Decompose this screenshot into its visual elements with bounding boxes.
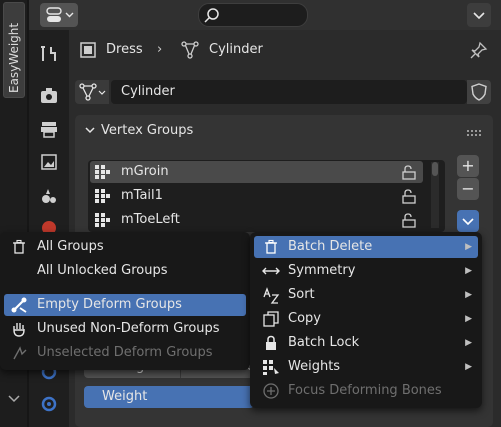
specials-menu-button[interactable] bbox=[457, 210, 479, 232]
vertex-group-row[interactable]: mTail1 bbox=[90, 185, 423, 207]
pin-icon[interactable] bbox=[470, 41, 488, 63]
menu-item-label: Sort bbox=[288, 287, 315, 302]
search-input[interactable] bbox=[198, 3, 308, 27]
vertex-group-icon bbox=[95, 189, 110, 203]
menu-item-label: Unused Non-Deform Groups bbox=[37, 321, 220, 336]
vertex-group-row[interactable]: mGroin bbox=[90, 161, 423, 183]
menu-item-all-groups[interactable]: All Groups bbox=[4, 236, 246, 258]
search-icon bbox=[204, 8, 219, 23]
add-circle-icon bbox=[260, 380, 282, 402]
submenu-arrow-icon: ▶ bbox=[465, 362, 472, 372]
chevron-down-icon bbox=[462, 218, 474, 226]
menu-item-symmetry[interactable]: Symmetry ▶ bbox=[254, 260, 478, 282]
tab-scene[interactable] bbox=[33, 182, 65, 210]
unlock-icon[interactable] bbox=[400, 212, 418, 228]
trash-icon bbox=[8, 236, 30, 258]
menu-item-batch-delete[interactable]: Batch Delete ▶ bbox=[254, 236, 478, 258]
batch-delete-submenu: All Groups All Unlocked Groups Empty Def… bbox=[0, 232, 250, 370]
unlock-icon[interactable] bbox=[400, 188, 418, 204]
copy-icon bbox=[260, 308, 282, 330]
menu-item-focus-deforming-bones[interactable]: Focus Deforming Bones bbox=[254, 380, 478, 402]
constraint-icon bbox=[41, 396, 57, 412]
submenu-arrow-icon: ▶ bbox=[465, 242, 472, 252]
weights-icon bbox=[260, 356, 282, 378]
sidebar-tab-easyweight[interactable]: EasyWeight bbox=[3, 2, 25, 98]
sort-az-icon bbox=[260, 284, 282, 306]
arrows-horizontal-icon bbox=[260, 260, 282, 282]
menu-item-copy[interactable]: Copy ▶ bbox=[254, 308, 478, 330]
weight-slider[interactable]: Weight bbox=[84, 386, 254, 408]
menu-item-label: Focus Deforming Bones bbox=[288, 383, 442, 398]
editor-type-button[interactable] bbox=[40, 3, 78, 27]
mesh-data-icon bbox=[180, 41, 200, 63]
vertex-group-name: mGroin bbox=[121, 164, 169, 179]
cursor-icon bbox=[8, 342, 30, 364]
lock-icon bbox=[260, 332, 282, 354]
vertex-group-name: mToeLeft bbox=[121, 212, 180, 227]
menu-item-unselected-deform-groups[interactable]: Unselected Deform Groups bbox=[4, 342, 246, 364]
trash-icon bbox=[260, 236, 282, 258]
printer-icon bbox=[41, 122, 57, 138]
drag-handle-icon[interactable] bbox=[467, 127, 483, 142]
tab-output[interactable] bbox=[33, 115, 65, 143]
hand-icon bbox=[8, 318, 30, 340]
properties-editor-icon bbox=[46, 7, 74, 22]
submenu-arrow-icon: ▶ bbox=[465, 290, 472, 300]
bone-wrench-icon bbox=[8, 294, 30, 316]
submenu-arrow-icon: ▶ bbox=[465, 266, 472, 276]
submenu-arrow-icon: ▶ bbox=[465, 314, 472, 324]
add-vertex-group-button[interactable]: + bbox=[457, 155, 479, 177]
menu-item-label: Batch Delete bbox=[288, 239, 373, 254]
vertex-group-specials-menu: Batch Delete ▶ Symmetry ▶ Sort ▶ Copy ▶ … bbox=[250, 232, 482, 408]
chevron-down-icon bbox=[473, 12, 485, 20]
vertex-group-icon bbox=[95, 165, 110, 179]
remove-vertex-group-button[interactable]: − bbox=[457, 178, 479, 200]
menu-item-label: Unselected Deform Groups bbox=[37, 345, 213, 360]
scene-icon bbox=[42, 189, 56, 203]
breadcrumb-separator-icon: › bbox=[157, 42, 163, 57]
mesh-object-icon bbox=[79, 41, 97, 63]
sidebar-tab-label: EasyWeight bbox=[7, 22, 21, 93]
camera-back-icon bbox=[41, 88, 57, 103]
submenu-arrow-icon: ▶ bbox=[465, 338, 472, 348]
panel-collapse-chevron-icon[interactable] bbox=[84, 124, 96, 140]
tool-icon bbox=[41, 46, 56, 61]
menu-item-unused-non-deform-groups[interactable]: Unused Non-Deform Groups bbox=[4, 318, 246, 340]
unlock-icon[interactable] bbox=[400, 164, 418, 180]
menu-item-label: All Groups bbox=[37, 239, 104, 254]
breadcrumb-object: Dress bbox=[106, 42, 143, 57]
vertex-group-row[interactable]: mToeLeft bbox=[90, 209, 423, 231]
menu-item-label: Copy bbox=[288, 311, 321, 326]
menu-item-label: Weights bbox=[288, 359, 341, 374]
menu-item-sort[interactable]: Sort ▶ bbox=[254, 284, 478, 306]
vertex-group-icon bbox=[95, 213, 110, 227]
vertex-group-name: mTail1 bbox=[121, 188, 163, 203]
mesh-data-icon bbox=[79, 83, 106, 101]
image-icon bbox=[41, 154, 57, 170]
options-dropdown-button[interactable] bbox=[467, 3, 491, 27]
menu-item-label: Symmetry bbox=[288, 263, 356, 278]
mesh-browse-button[interactable] bbox=[75, 80, 109, 104]
mesh-name-field[interactable]: Cylinder bbox=[111, 80, 467, 104]
menu-item-weights[interactable]: Weights ▶ bbox=[254, 356, 478, 378]
menu-item-empty-deform-groups[interactable]: Empty Deform Groups bbox=[4, 294, 246, 316]
fake-user-button[interactable] bbox=[467, 80, 491, 104]
menu-item-all-unlocked-groups[interactable]: All Unlocked Groups bbox=[4, 260, 246, 282]
tab-render[interactable] bbox=[33, 82, 65, 110]
panel-title: Vertex Groups bbox=[101, 123, 194, 138]
tab-tool[interactable] bbox=[33, 40, 65, 68]
weight-label: Weight bbox=[102, 389, 148, 404]
list-scroll-thumb[interactable] bbox=[432, 162, 438, 176]
tab-view-layer[interactable] bbox=[33, 148, 65, 176]
menu-item-label: All Unlocked Groups bbox=[37, 263, 168, 278]
menu-item-batch-lock[interactable]: Batch Lock ▶ bbox=[254, 332, 478, 354]
tab-constraints[interactable] bbox=[33, 390, 65, 418]
breadcrumb-data: Cylinder bbox=[209, 42, 263, 57]
shield-icon bbox=[471, 83, 487, 101]
mesh-name-value: Cylinder bbox=[121, 84, 175, 99]
menu-item-label: Empty Deform Groups bbox=[37, 297, 182, 312]
menu-item-label: Batch Lock bbox=[288, 335, 360, 350]
viewport-chevron-icon bbox=[8, 392, 20, 403]
